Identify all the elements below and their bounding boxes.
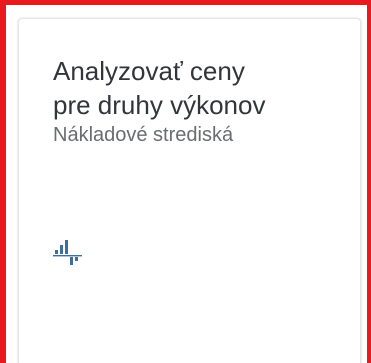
tile-header: Analyzovať ceny pre druhy výkonov Náklad…: [53, 54, 343, 148]
app-tile-analyze-activity-type-prices[interactable]: Analyzovať ceny pre druhy výkonov Náklad…: [18, 18, 361, 363]
tile-subtitle: Nákladové strediská: [53, 124, 234, 146]
tile-title-line-1: Analyzovať ceny: [53, 56, 245, 86]
tile-title-line-2: pre druhy výkonov: [53, 90, 266, 120]
variance-chart-icon: [53, 235, 83, 269]
tile-title: Analyzovať ceny pre druhy výkonov: [53, 54, 343, 122]
